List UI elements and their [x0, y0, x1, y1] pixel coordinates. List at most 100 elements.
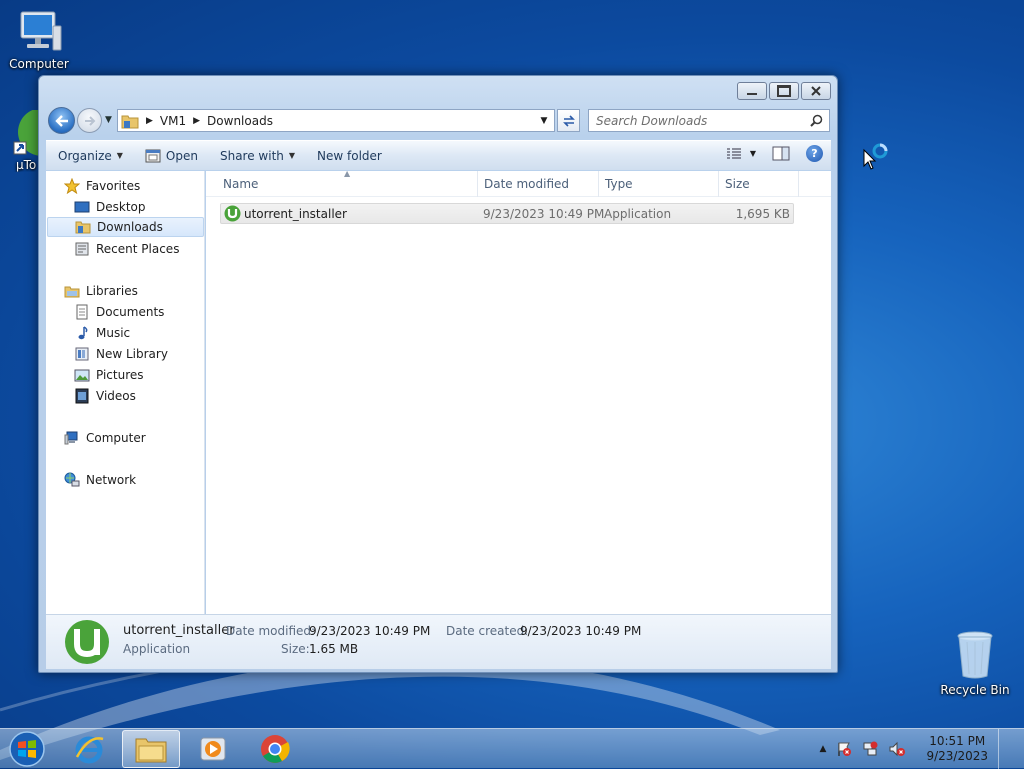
nav-libraries[interactable]: Libraries: [64, 281, 138, 301]
toolbar-right: ▼ ?: [726, 145, 823, 162]
new-folder-button[interactable]: New folder: [317, 149, 382, 163]
system-tray: ▲ 10:51 PM 9/23/2023: [820, 729, 1012, 769]
refresh-button[interactable]: [557, 109, 580, 132]
busy-cursor-icon: [863, 143, 888, 170]
open-icon: [145, 149, 161, 162]
share-with-button[interactable]: Share with ▼: [220, 149, 295, 163]
refresh-icon: [562, 114, 575, 127]
command-bar: Organize ▼ Open Share with ▼ New folder ▼ …: [46, 140, 831, 170]
pictures-icon: [74, 369, 90, 382]
taskbar: ▲ 10:51 PM 9/23/2023: [0, 728, 1024, 769]
folder-icon: [135, 738, 167, 763]
nav-label: Music: [96, 326, 131, 340]
recent-places-icon: [75, 242, 89, 256]
clock[interactable]: 10:51 PM 9/23/2023: [926, 734, 988, 764]
taskbar-internet-explorer[interactable]: [60, 730, 118, 768]
nav-new-library[interactable]: New Library: [74, 344, 168, 364]
network-icon: [64, 472, 80, 487]
nav-desktop[interactable]: Desktop: [74, 197, 146, 217]
search-input[interactable]: [596, 113, 806, 128]
file-list: ▲ Name Date modified Type Size utorrent_…: [206, 169, 831, 614]
recent-pages-dropdown[interactable]: ▼: [105, 115, 112, 125]
help-button[interactable]: ?: [806, 145, 823, 162]
taskbar-windows-explorer[interactable]: [122, 730, 180, 768]
column-header-type[interactable]: Type: [599, 171, 719, 197]
breadcrumb-separator[interactable]: ▶: [193, 116, 200, 126]
organize-button[interactable]: Organize ▼: [58, 149, 123, 163]
arrow-left-icon: [54, 114, 68, 127]
nav-label: Computer: [86, 431, 146, 445]
network-tray-icon[interactable]: [862, 741, 878, 757]
desktop-icon-label: Computer: [9, 57, 69, 71]
nav-documents[interactable]: Documents: [74, 302, 164, 322]
nav-label: Pictures: [96, 368, 144, 382]
arrow-right-icon: [84, 115, 95, 126]
navigation-bar: ▼ ▶ VM1 ▶ Downloads ▼: [47, 106, 830, 136]
chrome-icon: [261, 735, 290, 763]
address-bar[interactable]: ▶ VM1 ▶ Downloads ▼: [117, 109, 555, 132]
nav-label: Videos: [96, 389, 136, 403]
share-with-label: Share with: [219, 148, 284, 163]
details-size: 1.65 MB: [309, 642, 359, 656]
search-box[interactable]: [588, 109, 830, 132]
preview-pane-icon[interactable]: [772, 146, 790, 161]
file-name: utorrent_installer: [244, 206, 347, 221]
videos-icon: [75, 388, 89, 404]
details-date-created: 9/23/2023 10:49 PM: [520, 624, 642, 638]
details-pane: utorrent_installer Application Date modi…: [46, 614, 831, 669]
minimize-button[interactable]: [737, 82, 767, 100]
details-date-modified: 9/23/2023 10:49 PM: [309, 624, 431, 638]
chevron-down-icon: ▼: [749, 149, 756, 158]
close-icon: [811, 86, 821, 96]
chevron-down-icon: ▼: [116, 151, 123, 160]
taskbar-chrome[interactable]: [246, 730, 304, 768]
volume-muted-icon[interactable]: [888, 741, 906, 757]
window-controls: [737, 82, 831, 100]
details-date-modified-label: Date modified:: [226, 624, 316, 638]
desktop-icon-utorrent[interactable]: µTo: [2, 110, 38, 172]
nav-recent-places[interactable]: Recent Places: [74, 239, 179, 259]
address-dropdown-button[interactable]: ▼: [536, 110, 552, 131]
change-view-button[interactable]: ▼: [726, 147, 756, 160]
details-date-created-label: Date created:: [446, 624, 529, 638]
nav-music[interactable]: Music: [74, 323, 130, 343]
breadcrumb-vm1[interactable]: VM1: [160, 114, 186, 128]
nav-favorites[interactable]: Favorites: [64, 176, 140, 196]
nav-label: Favorites: [86, 179, 141, 193]
nav-label: Desktop: [96, 200, 146, 214]
desktop-icon-computer[interactable]: Computer: [1, 10, 77, 71]
details-file-kind: Application: [123, 642, 191, 656]
utorrent-icon: [13, 110, 38, 156]
back-button[interactable]: [48, 107, 75, 134]
open-label: Open: [165, 148, 198, 163]
table-row[interactable]: utorrent_installer 9/23/2023 10:49 PM Ap…: [220, 203, 794, 224]
column-header-size[interactable]: Size: [719, 171, 799, 197]
taskbar-media-player[interactable]: [184, 730, 242, 768]
nav-pictures[interactable]: Pictures: [74, 365, 144, 385]
show-desktop-button[interactable]: [998, 729, 1012, 769]
nav-network[interactable]: Network: [64, 470, 136, 490]
open-button[interactable]: Open: [145, 149, 198, 163]
nav-videos[interactable]: Videos: [74, 386, 136, 406]
nav-label: New Library: [96, 347, 168, 361]
start-button[interactable]: [6, 729, 48, 769]
desktop-icon-recycle-bin[interactable]: Recycle Bin: [937, 630, 1013, 697]
maximize-button[interactable]: [769, 82, 799, 100]
view-details-icon: [726, 147, 741, 159]
nav-downloads[interactable]: Downloads: [47, 217, 204, 237]
show-hidden-icons-button[interactable]: ▲: [820, 744, 827, 754]
nav-label: Documents: [96, 305, 165, 319]
search-icon[interactable]: [810, 114, 823, 127]
column-header-date-modified[interactable]: Date modified: [478, 171, 599, 197]
nav-label: Network: [86, 473, 137, 487]
close-button[interactable]: [801, 82, 831, 100]
breadcrumb-separator[interactable]: ▶: [146, 116, 153, 126]
navigation-pane: Favorites Desktop Downloads Recent Place…: [46, 171, 205, 614]
forward-button[interactable]: [77, 108, 102, 133]
breadcrumb-downloads[interactable]: Downloads: [207, 114, 273, 128]
new-folder-label: New folder: [317, 148, 382, 163]
column-header-name[interactable]: Name: [217, 171, 478, 197]
nav-computer[interactable]: Computer: [64, 428, 146, 448]
utorrent-large-icon: [65, 620, 109, 664]
action-center-flag-icon[interactable]: [836, 741, 852, 757]
